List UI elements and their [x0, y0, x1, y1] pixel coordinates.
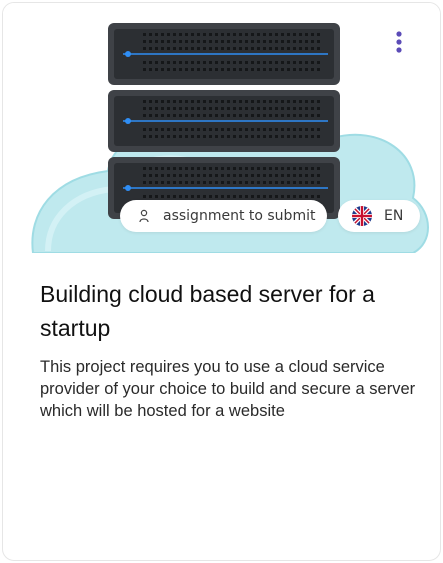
server-rack	[108, 23, 340, 219]
hero-image: assignment to submit EN	[3, 3, 440, 253]
language-tag: EN	[338, 200, 420, 232]
language-tag-label: EN	[384, 208, 404, 224]
person-icon	[138, 209, 150, 223]
project-card[interactable]: assignment to submit EN Building cloud b…	[2, 2, 441, 561]
more-vertical-icon	[396, 31, 402, 53]
card-title[interactable]: Building cloud based server for a startu…	[40, 277, 420, 345]
more-options-button[interactable]	[387, 27, 411, 57]
assignment-tag-label: assignment to submit	[163, 208, 316, 224]
card-description: This project requires you to use a cloud…	[40, 358, 416, 420]
uk-flag-icon	[352, 206, 372, 226]
assignment-tag: assignment to submit	[120, 200, 327, 232]
